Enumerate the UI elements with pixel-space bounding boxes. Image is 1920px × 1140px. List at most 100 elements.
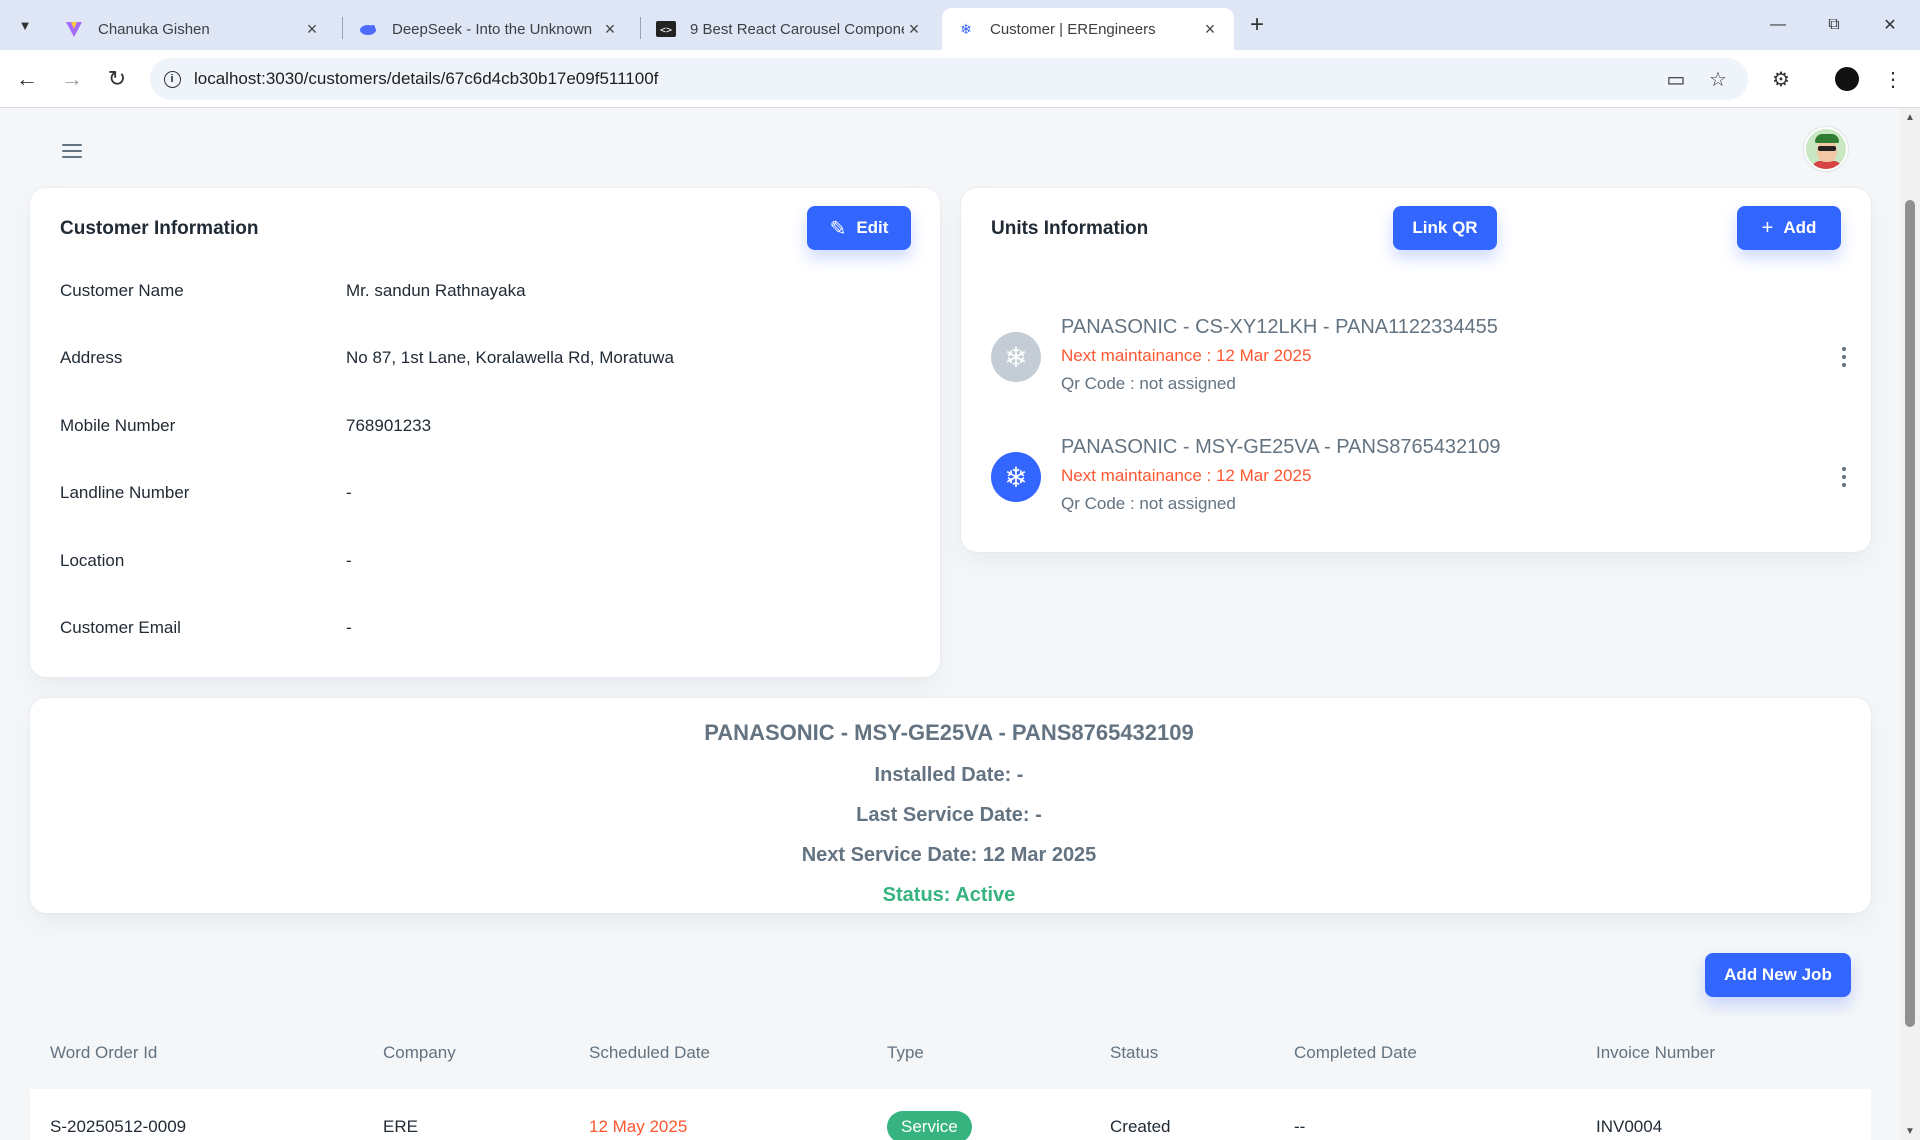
company-cell: ERE — [383, 1117, 418, 1136]
unit-list-item[interactable]: ❄ PANASONIC - CS-XY12LKH - PANA112233445… — [991, 316, 1871, 396]
bookmark-star-icon[interactable]: ☆ — [1706, 67, 1730, 91]
tab-separator — [640, 17, 641, 39]
info-label: Location — [60, 551, 125, 570]
close-tab-icon[interactable]: × — [1200, 19, 1220, 40]
arrow-left-icon: ← — [16, 66, 38, 91]
status-cell: Created — [1110, 1117, 1171, 1136]
unit-detail-title: PANASONIC - MSY-GE25VA - PANS8765432109 — [704, 720, 1194, 745]
tab-separator — [342, 17, 343, 39]
installed-date: Installed Date: - — [874, 764, 1024, 786]
user-avatar[interactable] — [1804, 127, 1848, 171]
close-window-button[interactable]: ✕ — [1870, 10, 1910, 40]
address-bar[interactable]: i localhost:3030/customers/details/67c6d… — [150, 58, 1748, 100]
customer-information-card: Customer Information ✎ Edit Customer Nam… — [30, 188, 940, 677]
url-text[interactable]: localhost:3030/customers/details/67c6d4c… — [194, 69, 658, 89]
profile-button[interactable] — [1830, 62, 1864, 96]
app-viewport: Customer Information ✎ Edit Customer Nam… — [0, 108, 1920, 1140]
column-header[interactable]: Company — [383, 1017, 456, 1089]
jobs-table-header: Word Order Id Company Scheduled Date Typ… — [30, 1017, 1871, 1089]
info-value: - — [346, 551, 352, 570]
info-value: No 87, 1st Lane, Koralawella Rd, Moratuw… — [346, 348, 674, 367]
add-new-job-label: Add New Job — [1724, 965, 1832, 984]
unit-next-maintenance: Next maintainance : 12 Mar 2025 — [1061, 346, 1312, 365]
plus-icon: + — [1761, 216, 1774, 239]
kebab-menu-icon: ⋮ — [1883, 68, 1903, 91]
pencil-icon: ✎ — [829, 217, 847, 240]
last-service-date: Last Service Date: - — [856, 804, 1042, 826]
unit-status: Status: Active — [882, 884, 1016, 906]
column-header[interactable]: Scheduled Date — [589, 1017, 710, 1089]
info-row-location: Location - — [60, 546, 910, 576]
job-id-cell: S-20250512-0009 — [50, 1117, 187, 1136]
unit-name: PANASONIC - CS-XY12LKH - PANA1122334455 — [1061, 316, 1498, 338]
browser-tab-1[interactable]: Chanuka Gishen × — [50, 8, 336, 50]
column-header[interactable]: Type — [887, 1017, 924, 1089]
column-header[interactable]: Completed Date — [1294, 1017, 1417, 1089]
scheduled-date-cell: 12 May 2025 — [589, 1117, 688, 1136]
browser-tabstrip: ▼ Chanuka Gishen × DeepSeek - Into the U… — [0, 0, 1920, 50]
browser-menu-button[interactable]: ⋮ — [1876, 62, 1910, 96]
scroll-down-icon[interactable]: ▼ — [1905, 1126, 1915, 1137]
close-tab-icon[interactable]: × — [302, 19, 322, 40]
tab-title: 9 Best React Carousel Compone — [690, 20, 904, 38]
arrow-right-icon: → — [61, 66, 83, 91]
completed-date-cell: -- — [1294, 1117, 1306, 1136]
link-qr-label: Link QR — [1412, 218, 1478, 237]
browser-tab-2[interactable]: DeepSeek - Into the Unknown × — [344, 8, 634, 50]
info-row-customer-name: Customer Name Mr. sandun Rathnayaka — [60, 276, 910, 306]
back-button[interactable]: ← — [10, 62, 44, 96]
column-header[interactable]: Status — [1110, 1017, 1158, 1089]
edit-customer-button[interactable]: ✎ Edit — [807, 206, 911, 250]
unit-more-options-button[interactable] — [1829, 460, 1859, 494]
browser-tab-4-active[interactable]: ❄ Customer | EREngineers × — [942, 8, 1234, 50]
add-new-job-button[interactable]: Add New Job — [1705, 953, 1851, 997]
link-qr-button[interactable]: Link QR — [1393, 206, 1497, 250]
unit-name: PANASONIC - MSY-GE25VA - PANS8765432109 — [1061, 436, 1501, 458]
page-scrollbar[interactable]: ▲ ▼ — [1900, 108, 1920, 1140]
restore-button[interactable]: ⧉ — [1814, 10, 1854, 40]
info-label: Mobile Number — [60, 416, 176, 435]
table-row[interactable]: S-20250512-0009 ERE 12 May 2025 Service … — [30, 1089, 1871, 1140]
site-info-icon[interactable]: i — [150, 70, 194, 88]
info-row-landline-number: Landline Number - — [60, 478, 910, 508]
info-value: 768901233 — [346, 416, 432, 435]
type-badge: Service — [887, 1111, 972, 1140]
column-header[interactable]: Invoice Number — [1596, 1017, 1715, 1089]
tab-search-button[interactable]: ▼ — [10, 10, 40, 40]
forward-button[interactable]: → — [55, 62, 89, 96]
units-information-title: Units Information — [991, 218, 1149, 239]
close-tab-icon[interactable]: × — [904, 19, 924, 40]
column-header[interactable]: Word Order Id — [50, 1017, 157, 1089]
close-tab-icon[interactable]: × — [600, 19, 620, 40]
add-unit-button[interactable]: + Add — [1737, 206, 1841, 250]
unit-more-options-button[interactable] — [1829, 340, 1859, 374]
puzzle-icon: ⚙ — [1772, 68, 1790, 91]
info-label: Customer Name — [60, 281, 184, 300]
unit-qr-code: Qr Code : not assigned — [1061, 374, 1236, 393]
hamburger-menu-button[interactable] — [56, 135, 88, 167]
info-value: Mr. sandun Rathnayaka — [346, 281, 526, 300]
extensions-button[interactable]: ⚙ — [1764, 62, 1798, 96]
vite-favicon-icon — [64, 19, 84, 39]
reload-button[interactable]: ↻ — [100, 62, 134, 96]
type-cell: Service — [887, 1089, 972, 1140]
unit-detail-card: PANASONIC - MSY-GE25VA - PANS8765432109 … — [30, 698, 1871, 913]
browser-tab-3[interactable]: <> 9 Best React Carousel Compone × — [642, 8, 938, 50]
minimize-button[interactable]: — — [1758, 10, 1798, 40]
profile-avatar-icon — [1835, 67, 1859, 91]
close-icon: ✕ — [1883, 17, 1897, 34]
scrollbar-thumb[interactable] — [1905, 200, 1915, 1027]
unit-list-item-selected[interactable]: ❄ PANASONIC - MSY-GE25VA - PANS876543210… — [991, 436, 1871, 516]
chevron-down-icon: ▼ — [18, 17, 32, 33]
install-app-icon[interactable]: ▭ — [1664, 67, 1688, 91]
minimize-icon: — — [1770, 16, 1786, 33]
info-row-customer-email: Customer Email - — [60, 613, 910, 643]
info-row-mobile-number: Mobile Number 768901233 — [60, 411, 910, 441]
scroll-up-icon[interactable]: ▲ — [1905, 112, 1915, 123]
add-unit-label: Add — [1783, 218, 1817, 237]
units-information-card: Units Information Link QR + Add ❄ PANASO… — [961, 188, 1871, 552]
unit-qr-code: Qr Code : not assigned — [1061, 494, 1236, 513]
new-tab-button[interactable]: + — [1243, 11, 1271, 39]
tab-title: Customer | EREngineers — [990, 20, 1156, 38]
deepseek-favicon-icon — [358, 19, 378, 39]
